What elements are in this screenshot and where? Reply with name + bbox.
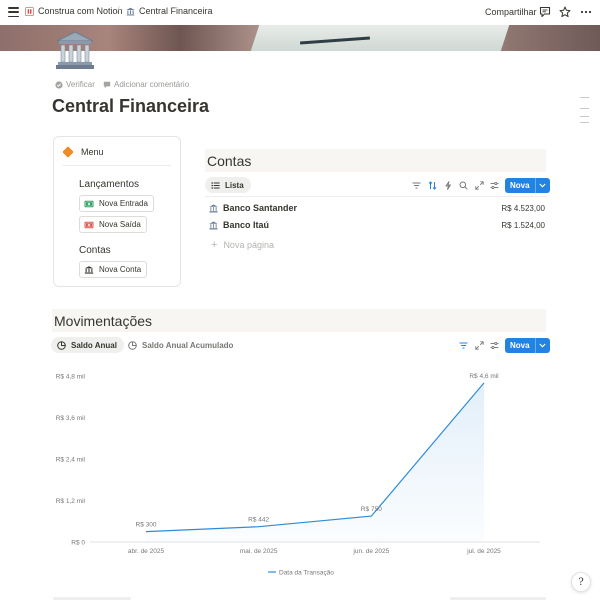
data-label: R$ 4,6 mil (469, 373, 499, 380)
account-balance: R$ 1.524,00 (501, 220, 545, 230)
list-item[interactable]: Banco Santander R$ 4.523,00 (209, 200, 545, 216)
view-tab-saldo-anual-acumulado[interactable]: Saldo Anual Acumulado (128, 337, 233, 353)
data-label: R$ 300 (136, 522, 157, 529)
new-account-button[interactable]: Nova Conta (79, 261, 148, 278)
add-comment-label: Adicionar comentário (114, 80, 190, 89)
bank-icon[interactable] (53, 28, 97, 72)
expand-icon[interactable] (475, 341, 484, 350)
star-icon[interactable] (559, 6, 571, 18)
y-tick-label: R$ 1,2 mil (56, 498, 86, 505)
section-label-contas: Contas (79, 245, 111, 256)
diamond-icon (62, 146, 74, 158)
breadcrumb-item-workspace[interactable]: Construa com Notion (25, 6, 123, 16)
new-button-label: Nova (510, 181, 530, 190)
verified-icon (55, 80, 63, 89)
movimentacoes-title: Movimentações (54, 312, 153, 329)
comment-icon (103, 81, 111, 88)
money-out-icon (84, 221, 94, 228)
x-tick-label: jun. de 2025 (352, 548, 389, 555)
y-tick-label: R$ 4,8 mil (56, 374, 86, 381)
filter-icon[interactable] (459, 341, 468, 350)
y-tick-label: R$ 2,4 mil (56, 457, 86, 464)
chevron-down-icon[interactable] (536, 183, 550, 188)
search-icon[interactable] (459, 181, 468, 190)
divider (63, 165, 171, 166)
new-entry-button[interactable]: Nova (505, 178, 550, 193)
new-page-button[interactable]: + Nova página (211, 239, 274, 251)
view-tab-label: Saldo Anual Acumulado (142, 340, 234, 350)
settings-sliders-icon[interactable] (490, 341, 499, 350)
add-comment-button[interactable]: Adicionar comentário (103, 80, 189, 89)
account-name: Banco Santander (223, 203, 298, 213)
breadcrumb-separator: / (117, 5, 120, 15)
series-area (146, 382, 484, 542)
new-transaction-button[interactable]: Nova (505, 338, 550, 353)
verify-label: Verificar (66, 80, 95, 89)
balance-area-chart: R$ 0 R$ 1,2 mil R$ 2,4 mil R$ 3,6 mil R$ 4,8… (56, 373, 540, 577)
toc-marker[interactable] (580, 97, 589, 98)
x-tick-label: jul. de 2025 (466, 548, 501, 555)
toc-marker[interactable] (580, 116, 589, 117)
menu-callout: Menu Lançamentos Nova Entrada Nova Saída… (53, 136, 181, 287)
list-icon (211, 181, 220, 189)
automation-icon[interactable] (444, 181, 453, 190)
more-options-icon[interactable] (580, 6, 592, 18)
filter-icon[interactable] (412, 181, 421, 190)
y-tick-label: R$ 0 (71, 540, 85, 547)
breadcrumb-item-page[interactable]: Central Financeira (126, 6, 213, 16)
bank-icon (209, 204, 218, 212)
new-income-label: Nova Entrada (99, 199, 148, 208)
data-label: R$ 750 (361, 506, 382, 513)
help-button[interactable]: ? (571, 572, 591, 592)
y-tick-label: R$ 3,6 mil (56, 415, 86, 422)
legend-entry: Data da Transação (279, 570, 334, 577)
view-tab-saldo-anual[interactable]: Saldo Anual (51, 337, 124, 353)
settings-sliders-icon[interactable] (490, 181, 499, 190)
share-button[interactable]: Compartilhar (485, 7, 537, 17)
section-heading-contas: Contas (205, 149, 546, 172)
new-account-label: Nova Conta (99, 265, 142, 274)
money-in-icon (84, 200, 94, 207)
menu-header: Menu (62, 146, 104, 158)
toc-marker[interactable] (580, 108, 589, 109)
account-balance: R$ 4.523,00 (501, 203, 545, 213)
x-tick-label: mai. de 2025 (240, 548, 278, 555)
plus-icon: + (211, 239, 218, 251)
breadcrumb-label: Construa com Notion (38, 6, 123, 16)
bank-icon (209, 221, 218, 229)
list-item[interactable]: Banco Itaú R$ 1.524,00 (209, 217, 545, 233)
data-label: R$ 442 (248, 517, 269, 524)
notion-logo-icon (25, 6, 34, 16)
new-expense-button[interactable]: Nova Saída (79, 216, 147, 233)
new-income-button[interactable]: Nova Entrada (79, 195, 154, 212)
pie-chart-icon (128, 340, 137, 350)
contas-title: Contas (207, 152, 252, 169)
verify-button[interactable]: Verificar (55, 80, 95, 89)
chevron-down-icon[interactable] (536, 343, 550, 348)
page-title: Central Financeira (52, 96, 210, 116)
bank-icon (84, 265, 94, 274)
toc-marker[interactable] (580, 122, 589, 123)
new-page-label: Nova página (223, 240, 274, 250)
account-name: Banco Itaú (223, 220, 270, 230)
view-tab-label: Lista (225, 180, 244, 190)
section-label-lancamentos: Lançamentos (79, 179, 140, 190)
new-expense-label: Nova Saída (99, 220, 141, 229)
menu-icon[interactable] (8, 7, 19, 17)
bank-icon (126, 7, 135, 15)
comment-icon[interactable] (539, 6, 551, 18)
pie-chart-icon (57, 340, 66, 350)
expand-icon[interactable] (475, 181, 484, 190)
divider (205, 196, 546, 197)
breadcrumb-label: Central Financeira (139, 6, 213, 16)
x-tick-label: abr. de 2025 (128, 548, 165, 555)
view-tab-lista[interactable]: Lista (205, 177, 251, 193)
top-bar: Construa com Notion / Central Financeira… (0, 0, 600, 25)
new-button-label: Nova (510, 341, 530, 350)
menu-title: Menu (81, 147, 104, 157)
section-heading-movimentacoes: Movimentações (52, 309, 546, 332)
view-tab-label: Saldo Anual (71, 340, 117, 350)
sort-icon[interactable] (428, 181, 437, 190)
